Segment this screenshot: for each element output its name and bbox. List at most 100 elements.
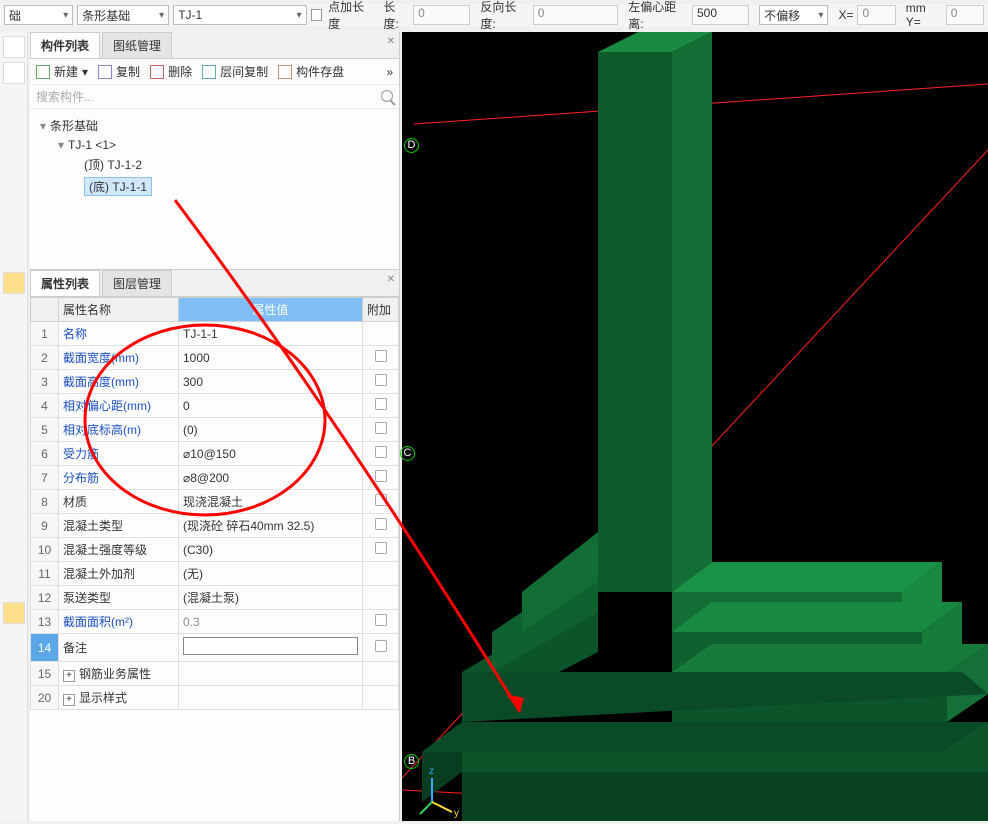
row-property-value[interactable]	[179, 686, 363, 710]
row-property-name: +钢筋业务属性	[59, 662, 179, 686]
tab-layers[interactable]: 图层管理	[102, 270, 172, 296]
viewport-svg: z y	[402, 32, 988, 821]
marker-B: B	[404, 754, 419, 769]
property-row[interactable]: 15+钢筋业务属性	[31, 662, 399, 686]
row-checkbox[interactable]	[375, 350, 387, 362]
property-row[interactable]: 20+显示样式	[31, 686, 399, 710]
y-input[interactable]: 0	[946, 5, 984, 25]
dropdown-type[interactable]: 条形基础	[77, 5, 169, 25]
row-number: 2	[31, 346, 59, 370]
row-extra	[363, 418, 399, 442]
row-checkbox[interactable]	[375, 518, 387, 530]
tree-child-bottom[interactable]: (底) TJ-1-1	[40, 175, 393, 198]
offset-input[interactable]: 500	[692, 5, 749, 25]
close-bottom-panel-icon[interactable]: ✕	[387, 274, 395, 285]
row-property-name: 混凝土强度等级	[59, 538, 179, 562]
tab-drawings[interactable]: 图纸管理	[102, 32, 172, 58]
row-checkbox[interactable]	[375, 374, 387, 386]
row-property-value[interactable]: (混凝土泵)	[179, 586, 363, 610]
row-property-value[interactable]: 1000	[179, 346, 363, 370]
row-property-value[interactable]: (C30)	[179, 538, 363, 562]
row-property-value[interactable]: TJ-1-1	[179, 322, 363, 346]
dropdown-category[interactable]: 础	[4, 5, 73, 25]
row-property-name: 相对底标高(m)	[59, 418, 179, 442]
save-button[interactable]: 构件存盘	[278, 63, 344, 80]
property-row[interactable]: 6受力筋⌀10@150	[31, 442, 399, 466]
search-input[interactable]: 搜索构件...	[30, 85, 399, 109]
property-row[interactable]: 7分布筋⌀8@200	[31, 466, 399, 490]
row-extra	[363, 610, 399, 634]
property-row[interactable]: 14备注	[31, 634, 399, 662]
property-row[interactable]: 3截面高度(mm)300	[31, 370, 399, 394]
sliver-button-warn-1[interactable]	[3, 272, 25, 294]
row-extra	[363, 442, 399, 466]
tree-root[interactable]: ▾条形基础	[40, 115, 393, 136]
expand-icon[interactable]: +	[63, 670, 75, 682]
row-checkbox[interactable]	[375, 614, 387, 626]
dropdown-component[interactable]: TJ-1	[173, 5, 306, 25]
property-row[interactable]: 4相对偏心距(mm)0	[31, 394, 399, 418]
row-property-value[interactable]: 现浇混凝土	[179, 490, 363, 514]
property-row[interactable]: 8材质现浇混凝土	[31, 490, 399, 514]
new-button[interactable]: 新建 ▾	[36, 63, 88, 80]
row-property-value[interactable]: (现浇砼 碎石40mm 32.5)	[179, 514, 363, 538]
copy-button[interactable]: 复制	[98, 63, 140, 80]
delete-button[interactable]: 删除	[150, 63, 192, 80]
row-property-value[interactable]	[179, 662, 363, 686]
row-number: 8	[31, 490, 59, 514]
property-row[interactable]: 9混凝土类型(现浇砼 碎石40mm 32.5)	[31, 514, 399, 538]
checkbox-add-length[interactable]	[311, 9, 322, 21]
sliver-button-warn-2[interactable]	[3, 602, 25, 624]
tree-child-top-label: (顶) TJ-1-2	[84, 158, 142, 172]
row-checkbox[interactable]	[375, 446, 387, 458]
close-top-panel-icon[interactable]: ✕	[387, 36, 395, 47]
tree-group[interactable]: ▾TJ-1 <1>	[40, 136, 393, 154]
dropdown-shift[interactable]: 不偏移	[759, 5, 828, 25]
row-property-value[interactable]: (无)	[179, 562, 363, 586]
property-row[interactable]: 10混凝土强度等级(C30)	[31, 538, 399, 562]
property-row[interactable]: 2截面宽度(mm)1000	[31, 346, 399, 370]
row-property-value[interactable]: 300	[179, 370, 363, 394]
row-checkbox[interactable]	[375, 422, 387, 434]
foundation-mesh	[422, 32, 988, 821]
tab-properties[interactable]: 属性列表	[30, 270, 100, 296]
property-row[interactable]: 1名称TJ-1-1	[31, 322, 399, 346]
row-property-value[interactable]: 0	[179, 394, 363, 418]
tab-components[interactable]: 构件列表	[30, 32, 100, 58]
row-property-value[interactable]: 0.3	[179, 610, 363, 634]
row-checkbox[interactable]	[375, 494, 387, 506]
layercopy-button[interactable]: 层间复制	[202, 63, 268, 80]
row-property-value[interactable]: (0)	[179, 418, 363, 442]
row-property-value[interactable]: ⌀10@150	[179, 442, 363, 466]
row-property-value[interactable]: ⌀8@200	[179, 466, 363, 490]
row-checkbox[interactable]	[375, 542, 387, 554]
length-input[interactable]: 0	[413, 5, 470, 25]
dropdown-shift-value: 不偏移	[764, 7, 800, 24]
tree-child-top[interactable]: (顶) TJ-1-2	[40, 154, 393, 175]
viewport-3d[interactable]: z y D C B	[402, 32, 988, 821]
row-extra	[363, 538, 399, 562]
property-row[interactable]: 5相对底标高(m)(0)	[31, 418, 399, 442]
row-number: 9	[31, 514, 59, 538]
row-number: 5	[31, 418, 59, 442]
property-row[interactable]: 11混凝土外加剂(无)	[31, 562, 399, 586]
row-checkbox[interactable]	[375, 398, 387, 410]
row-number: 13	[31, 610, 59, 634]
x-input[interactable]: 0	[857, 5, 895, 25]
row-property-name: 分布筋	[59, 466, 179, 490]
edit-field[interactable]	[183, 637, 358, 655]
row-checkbox[interactable]	[375, 640, 387, 652]
new-icon	[36, 65, 50, 79]
row-extra	[363, 370, 399, 394]
row-checkbox[interactable]	[375, 470, 387, 482]
row-number: 6	[31, 442, 59, 466]
sliver-button-2[interactable]	[3, 62, 25, 84]
component-tree: ▾条形基础 ▾TJ-1 <1> (顶) TJ-1-2 (底) TJ-1-1	[30, 109, 399, 269]
row-property-value[interactable]	[179, 634, 363, 662]
sliver-button-1[interactable]	[3, 36, 25, 58]
rev-length-input[interactable]: 0	[533, 5, 618, 25]
property-row[interactable]: 13截面面积(m²)0.3	[31, 610, 399, 634]
toolbar-more[interactable]: »	[386, 65, 393, 79]
property-row[interactable]: 12泵送类型(混凝土泵)	[31, 586, 399, 610]
expand-icon[interactable]: +	[63, 694, 75, 706]
